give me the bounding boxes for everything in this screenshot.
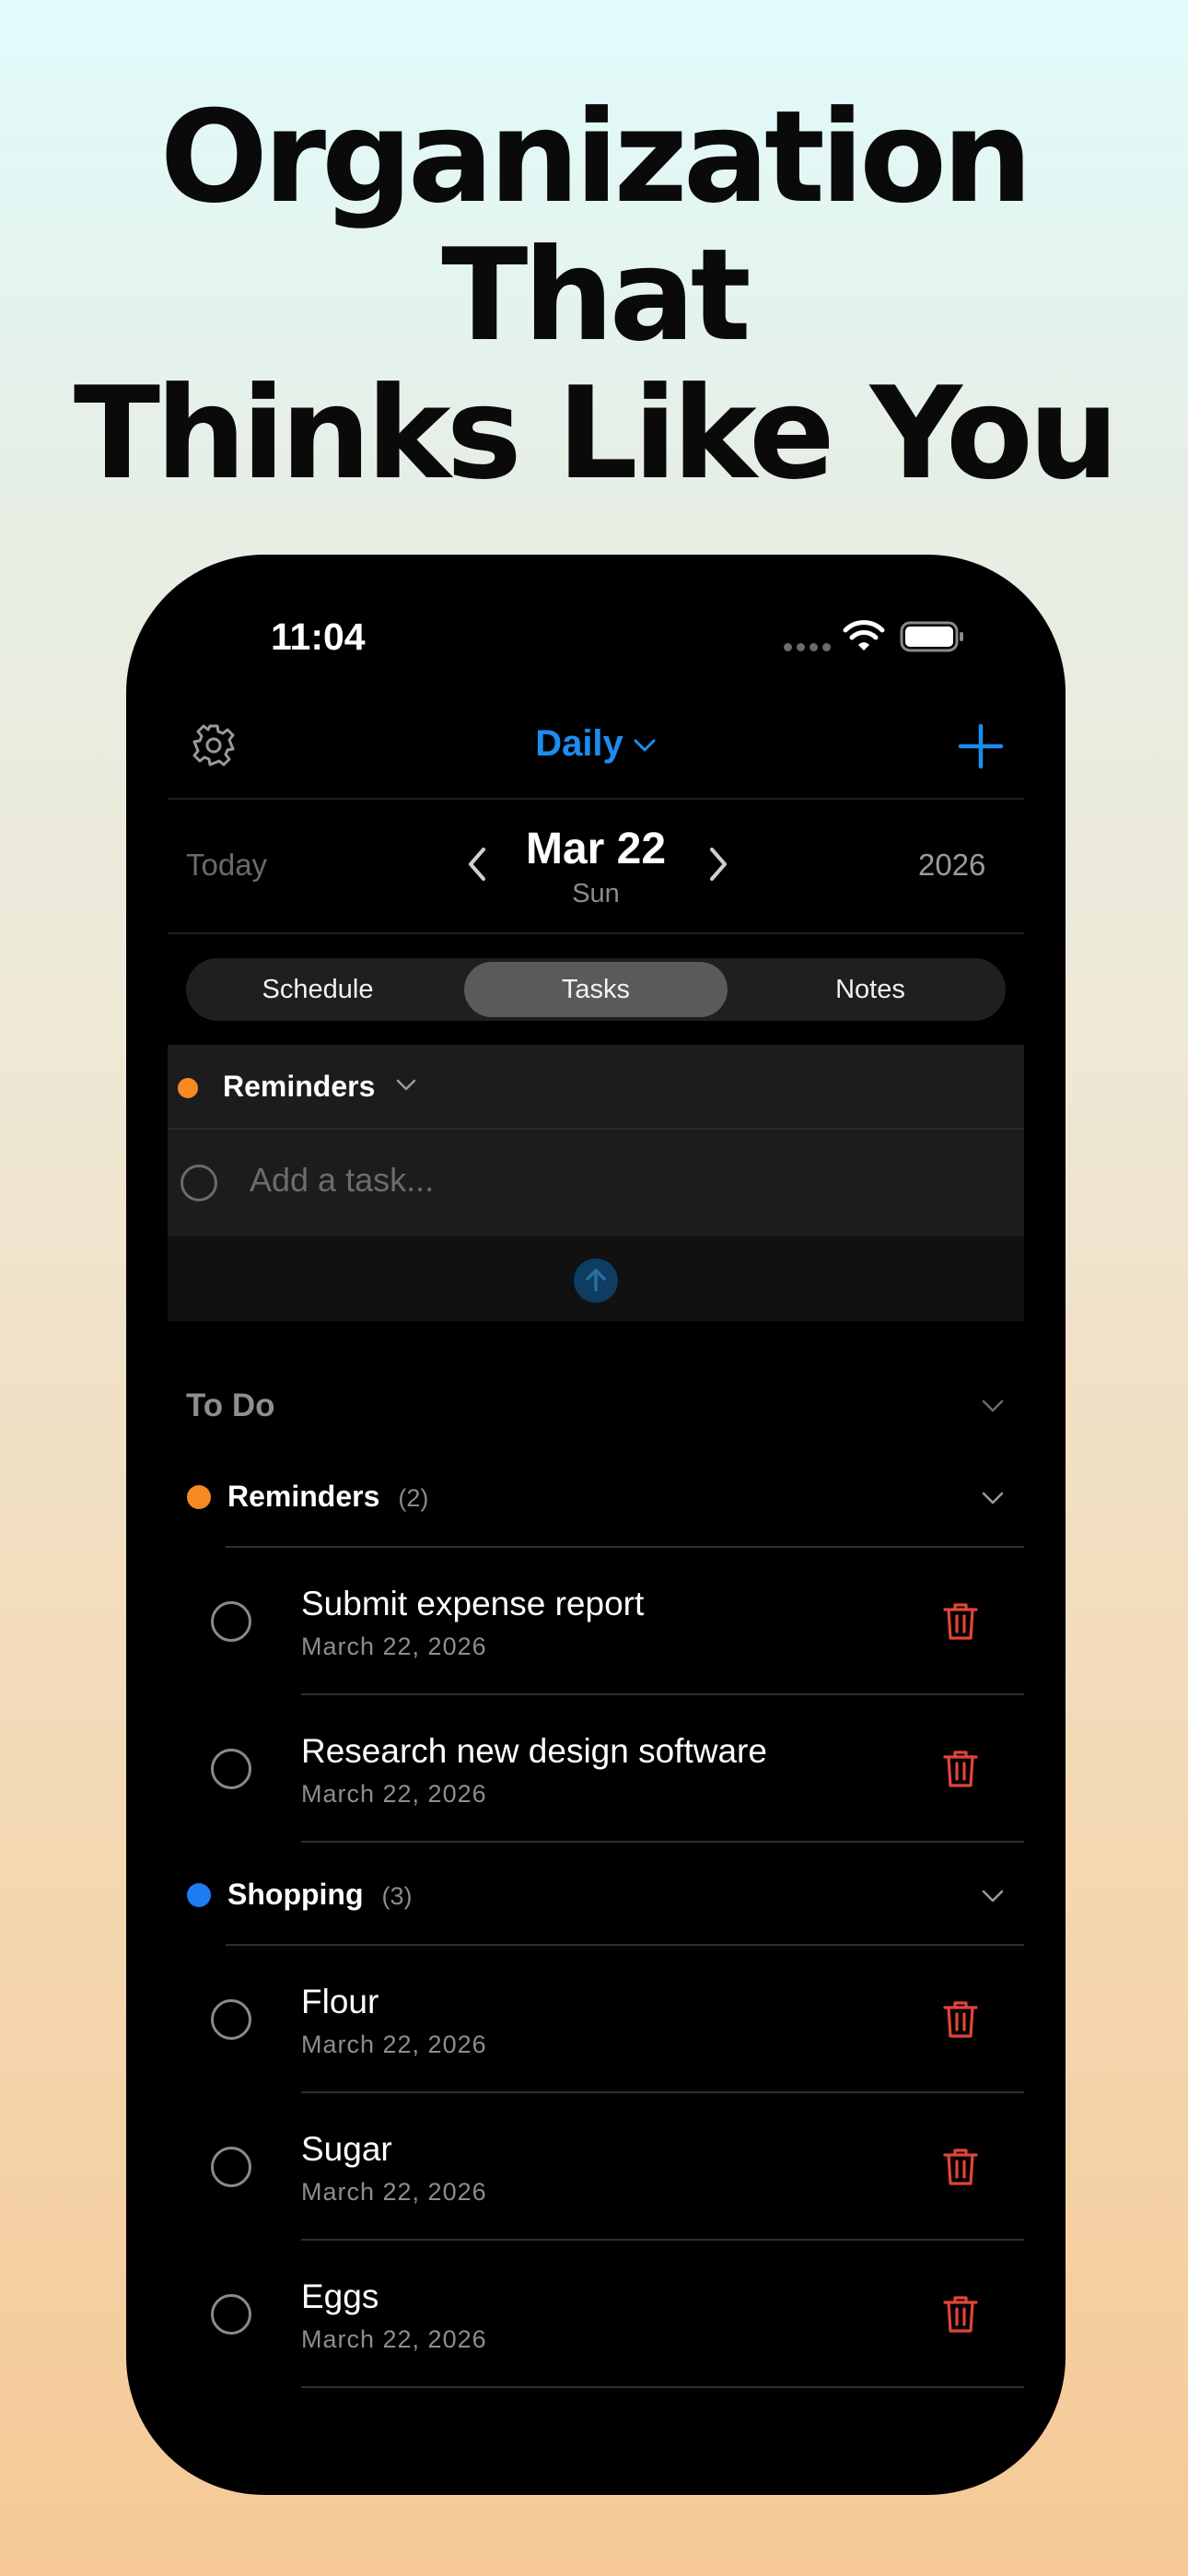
group-color-dot [187, 1485, 211, 1509]
add-task-input[interactable] [250, 1161, 949, 1200]
headline-line-2: Thinks Like You [73, 359, 1119, 508]
task-title[interactable]: Sugar [301, 2130, 392, 2169]
divider [301, 2239, 1024, 2241]
divider [301, 1693, 1024, 1695]
task-date: March 22, 2026 [301, 1633, 487, 1660]
task-checkbox[interactable] [211, 1749, 251, 1789]
battery-icon [900, 621, 963, 652]
divider [226, 1546, 1024, 1548]
view-mode-dropdown[interactable]: Daily [126, 723, 1066, 765]
section-title-todo: To Do [186, 1388, 275, 1423]
tab-tasks[interactable]: Tasks [464, 962, 728, 1017]
task-checkbox[interactable] [211, 2147, 251, 2187]
group-header-shopping[interactable]: Shopping (3) [227, 1878, 413, 1912]
arrow-up-icon [586, 1269, 606, 1292]
phone-screen: 11:04 Daily Today Mar 22 Sun 2026 Schedu… [126, 555, 1066, 2495]
view-mode-label: Daily [535, 723, 623, 764]
chevron-right-icon[interactable] [706, 846, 730, 883]
task-checkbox[interactable] [211, 1999, 251, 2040]
task-date: March 22, 2026 [301, 1780, 487, 1808]
task-title[interactable]: Research new design software [301, 1732, 767, 1771]
cellular-dots-icon [784, 643, 832, 652]
list-color-dot [178, 1078, 198, 1098]
wifi-icon [843, 620, 885, 650]
submit-task-button[interactable] [574, 1259, 618, 1303]
task-date: March 22, 2026 [301, 2031, 487, 2058]
group-count: (2) [398, 1484, 429, 1512]
tab-schedule[interactable]: Schedule [186, 958, 449, 1021]
task-checkbox[interactable] [211, 2294, 251, 2335]
chevron-down-icon [634, 739, 656, 752]
task-title[interactable]: Submit expense report [301, 1585, 644, 1623]
task-checkbox[interactable] [211, 1601, 251, 1642]
divider [168, 1128, 1024, 1130]
trash-icon[interactable] [942, 1601, 979, 1642]
task-title[interactable]: Eggs [301, 2277, 379, 2316]
headline: Organization That Thinks Like You [0, 88, 1188, 503]
trash-icon[interactable] [942, 2147, 979, 2187]
divider [168, 798, 1024, 800]
task-date: March 22, 2026 [301, 2325, 487, 2353]
divider [301, 2386, 1024, 2388]
divider [301, 2091, 1024, 2093]
chevron-down-icon[interactable] [395, 1078, 417, 1093]
chevron-down-icon[interactable] [981, 1889, 1005, 1903]
status-time: 11:04 [271, 615, 366, 658]
list-selector[interactable]: Reminders [223, 1070, 375, 1104]
divider [226, 1944, 1024, 1946]
add-task-checkbox [181, 1165, 217, 1201]
group-name: Reminders [227, 1480, 380, 1513]
divider [168, 932, 1024, 934]
current-weekday: Sun [572, 879, 620, 908]
trash-icon[interactable] [942, 2294, 979, 2335]
plus-icon[interactable] [955, 720, 1007, 772]
task-title[interactable]: Flour [301, 1983, 379, 2021]
group-name: Shopping [227, 1878, 364, 1911]
task-date: March 22, 2026 [301, 2178, 487, 2206]
chevron-down-icon[interactable] [981, 1399, 1005, 1413]
trash-icon[interactable] [942, 1749, 979, 1789]
trash-icon[interactable] [942, 1999, 979, 2040]
current-year: 2026 [918, 848, 986, 882]
group-count: (3) [381, 1882, 413, 1910]
view-tabs: Schedule Tasks Notes [186, 958, 1006, 1021]
headline-line-1: Organization That [159, 83, 1033, 369]
group-color-dot [187, 1883, 211, 1907]
chevron-down-icon[interactable] [981, 1491, 1005, 1505]
group-header-reminders[interactable]: Reminders (2) [227, 1480, 428, 1514]
tab-notes[interactable]: Notes [739, 958, 1002, 1021]
divider [301, 1841, 1024, 1843]
